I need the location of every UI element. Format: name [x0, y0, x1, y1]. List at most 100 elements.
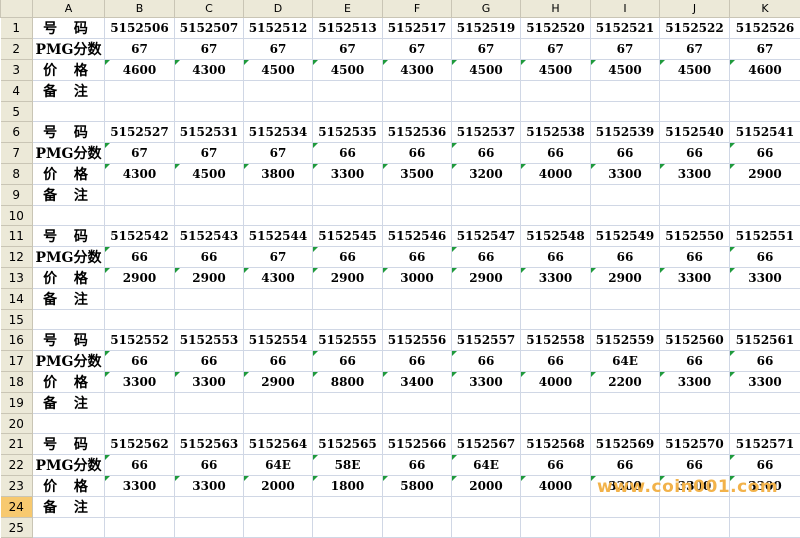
row-label-price[interactable]: 价 格 [33, 60, 105, 81]
pmg-cell[interactable]: 67 [591, 39, 660, 60]
pmg-cell[interactable]: 67 [383, 39, 452, 60]
cell[interactable] [452, 206, 521, 226]
cell[interactable] [521, 81, 591, 102]
pmg-cell[interactable]: 64E [452, 455, 521, 476]
column-header[interactable]: B [105, 0, 175, 18]
cell[interactable] [175, 497, 244, 518]
pmg-cell[interactable]: 67 [730, 39, 800, 60]
row-label-remark[interactable]: 备 注 [33, 185, 105, 206]
pmg-cell[interactable]: 67 [660, 39, 730, 60]
number-cell[interactable]: 5152521 [591, 18, 660, 39]
row-label-price[interactable]: 价 格 [33, 268, 105, 289]
row-label-number[interactable]: 号 码 [33, 18, 105, 39]
cell[interactable] [244, 102, 313, 122]
price-cell[interactable]: 4500 [244, 60, 313, 81]
price-cell[interactable]: 2900 [175, 268, 244, 289]
number-cell[interactable]: 5152522 [660, 18, 730, 39]
price-cell[interactable]: 4500 [175, 164, 244, 185]
row-header[interactable]: 9 [1, 185, 33, 206]
number-cell[interactable]: 5152558 [521, 330, 591, 351]
pmg-cell[interactable]: 66 [521, 351, 591, 372]
cell[interactable] [521, 206, 591, 226]
row-label-remark[interactable]: 备 注 [33, 81, 105, 102]
cell[interactable] [730, 414, 800, 434]
number-cell[interactable]: 5152552 [105, 330, 175, 351]
price-cell[interactable]: 2900 [452, 268, 521, 289]
cell[interactable] [383, 497, 452, 518]
cell[interactable] [244, 206, 313, 226]
price-cell[interactable]: 4600 [105, 60, 175, 81]
pmg-cell[interactable]: 66 [313, 143, 383, 164]
number-cell[interactable]: 5152517 [383, 18, 452, 39]
cell[interactable] [452, 310, 521, 330]
pmg-cell[interactable]: 66 [521, 247, 591, 268]
price-cell[interactable]: 4500 [313, 60, 383, 81]
row-header[interactable]: 12 [1, 247, 33, 268]
price-cell[interactable]: 2900 [313, 268, 383, 289]
cell[interactable] [660, 289, 730, 310]
number-cell[interactable]: 5152553 [175, 330, 244, 351]
price-cell[interactable]: 4500 [591, 60, 660, 81]
cell[interactable] [660, 497, 730, 518]
row-label-pmg[interactable]: PMG分数 [33, 247, 105, 268]
cell[interactable] [521, 414, 591, 434]
cell[interactable] [244, 497, 313, 518]
number-cell[interactable]: 5152565 [313, 434, 383, 455]
row-header[interactable]: 23 [1, 476, 33, 497]
pmg-cell[interactable]: 66 [660, 247, 730, 268]
pmg-cell[interactable]: 67 [175, 39, 244, 60]
cell[interactable] [244, 393, 313, 414]
row-header[interactable]: 16 [1, 330, 33, 351]
pmg-cell[interactable]: 66 [591, 143, 660, 164]
price-cell[interactable]: 2200 [591, 372, 660, 393]
cell[interactable] [313, 310, 383, 330]
number-cell[interactable]: 5152542 [105, 226, 175, 247]
number-cell[interactable]: 5152559 [591, 330, 660, 351]
cell[interactable] [730, 102, 800, 122]
number-cell[interactable]: 5152520 [521, 18, 591, 39]
row-header[interactable]: 6 [1, 122, 33, 143]
row-label-pmg[interactable]: PMG分数 [33, 143, 105, 164]
row-header[interactable]: 14 [1, 289, 33, 310]
pmg-cell[interactable]: 66 [383, 143, 452, 164]
pmg-cell[interactable]: 66 [591, 247, 660, 268]
pmg-cell[interactable]: 58E [313, 455, 383, 476]
pmg-cell[interactable]: 67 [105, 39, 175, 60]
number-cell[interactable]: 5152557 [452, 330, 521, 351]
cell[interactable] [33, 102, 105, 122]
cell[interactable] [313, 81, 383, 102]
row-header[interactable]: 10 [1, 206, 33, 226]
pmg-cell[interactable]: 66 [660, 351, 730, 372]
pmg-cell[interactable]: 64E [591, 351, 660, 372]
number-cell[interactable]: 5152541 [730, 122, 800, 143]
row-label-pmg[interactable]: PMG分数 [33, 455, 105, 476]
price-cell[interactable]: 4300 [244, 268, 313, 289]
cell[interactable] [313, 102, 383, 122]
cell[interactable] [383, 310, 452, 330]
cell[interactable] [660, 518, 730, 538]
cell[interactable] [244, 414, 313, 434]
price-cell[interactable]: 2000 [452, 476, 521, 497]
row-label-number[interactable]: 号 码 [33, 226, 105, 247]
cell[interactable] [660, 81, 730, 102]
cell[interactable] [105, 414, 175, 434]
number-cell[interactable]: 5152554 [244, 330, 313, 351]
price-cell[interactable]: 4500 [521, 60, 591, 81]
cell[interactable] [591, 81, 660, 102]
row-header[interactable]: 21 [1, 434, 33, 455]
row-header[interactable]: 2 [1, 39, 33, 60]
pmg-cell[interactable]: 67 [244, 247, 313, 268]
cell[interactable] [33, 310, 105, 330]
number-cell[interactable]: 5152535 [313, 122, 383, 143]
number-cell[interactable]: 5152547 [452, 226, 521, 247]
pmg-cell[interactable]: 67 [175, 143, 244, 164]
column-header[interactable]: D [244, 0, 313, 18]
cell[interactable] [730, 185, 800, 206]
number-cell[interactable]: 5152545 [313, 226, 383, 247]
column-header[interactable]: E [313, 0, 383, 18]
cell[interactable] [105, 289, 175, 310]
number-cell[interactable]: 5152571 [730, 434, 800, 455]
number-cell[interactable]: 5152563 [175, 434, 244, 455]
pmg-cell[interactable]: 66 [660, 143, 730, 164]
column-header[interactable]: J [660, 0, 730, 18]
